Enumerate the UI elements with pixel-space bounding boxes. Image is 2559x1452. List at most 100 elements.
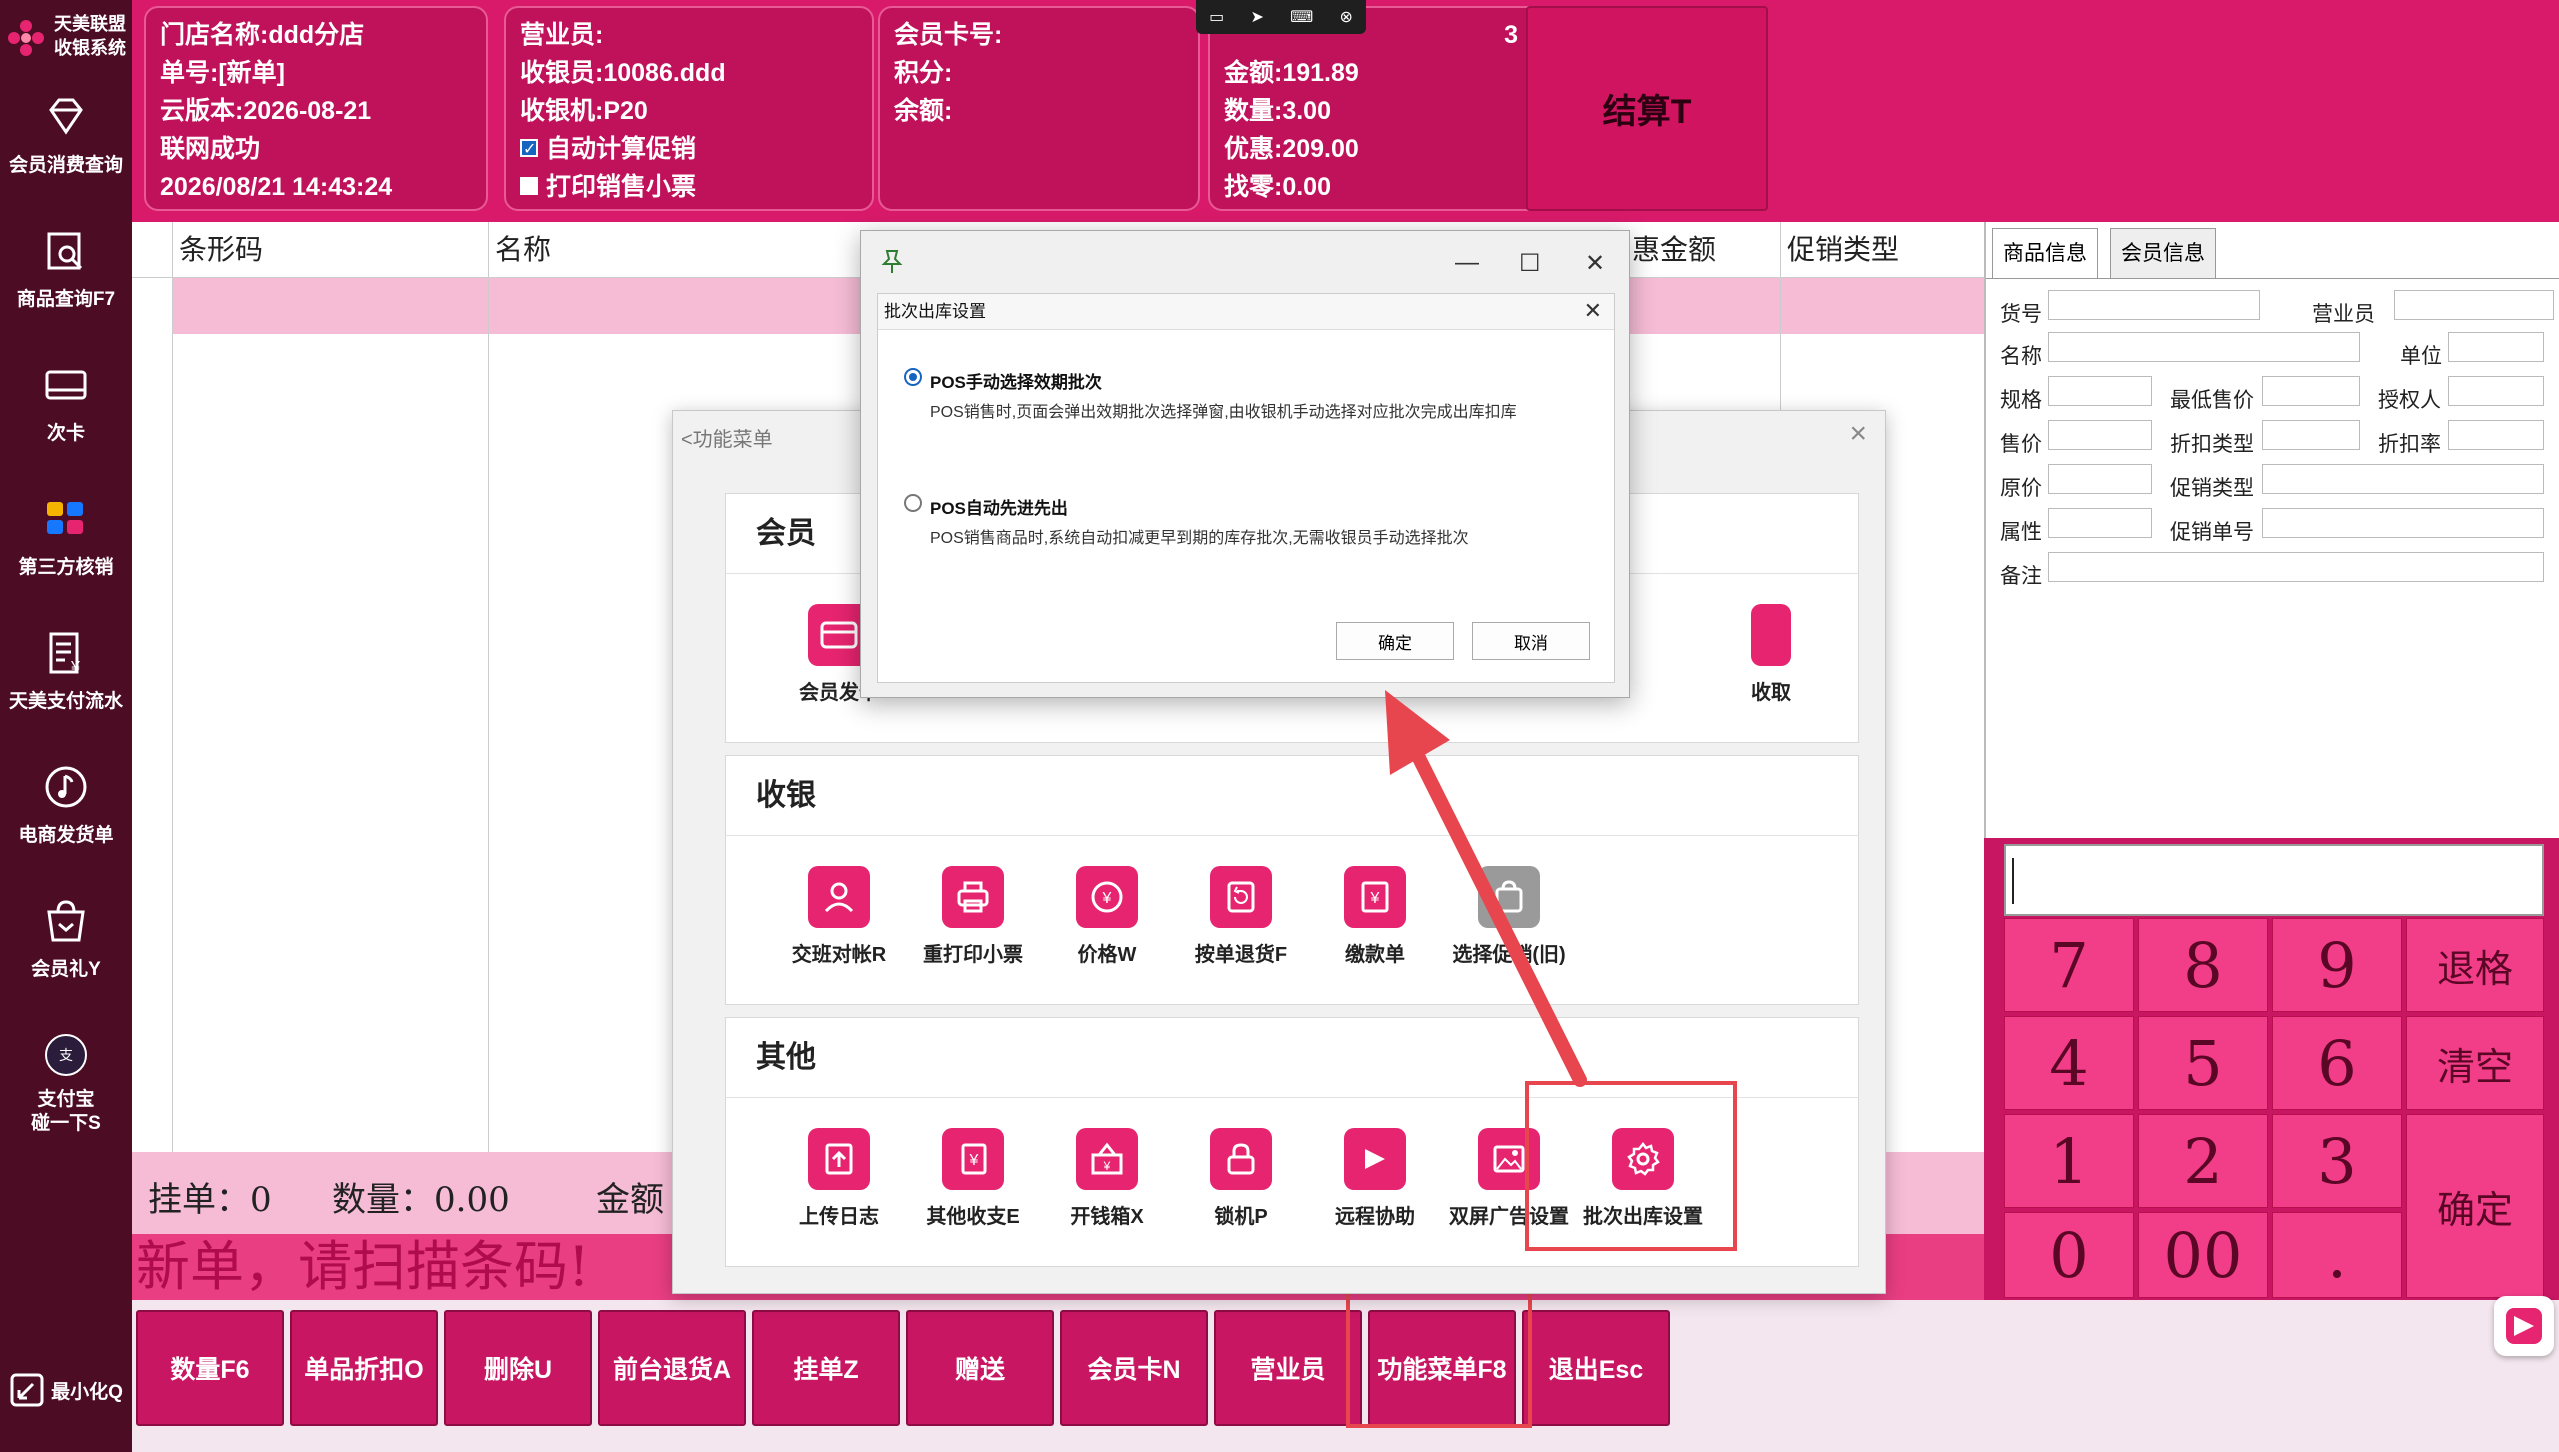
key-8[interactable]: 8 [2138,918,2268,1012]
lock-item[interactable]: 锁机P [1174,1128,1308,1229]
remark-field[interactable] [2048,552,2544,582]
return-button[interactable]: 前台退货A [598,1310,746,1426]
numeric-keypad: 7 8 9 退格 4 5 6 清空 1 2 3 确定 0 00 . [1984,838,2559,1300]
radio-auto-fifo[interactable] [904,494,922,512]
key-1[interactable]: 1 [2004,1114,2134,1208]
keyboard-icon[interactable]: ⌨ [1290,7,1313,27]
item-label: 锁机P [1214,1206,1268,1228]
auto-promo-checkbox[interactable]: 自动计算促销 [520,130,858,169]
member-card-button[interactable]: 会员卡N [1060,1310,1208,1426]
print-receipt-checkbox[interactable]: 打印销售小票 [520,168,858,206]
sidebar-item-third-party[interactable]: 第三方核销 [0,494,132,614]
tab-member-info[interactable]: 会员信息 [2110,228,2216,278]
sidebar-item-member-gift[interactable]: 会员礼Y [0,896,132,1016]
close-circle-icon[interactable]: ⊗ [1339,7,1352,27]
discount-type-field[interactable] [2262,420,2360,450]
spec-field[interactable] [2048,376,2152,406]
hold-button[interactable]: 挂单Z [752,1310,900,1426]
flag-icon [2506,1308,2542,1344]
minimize-button[interactable]: 最小化Q [0,1360,132,1420]
key-5[interactable]: 5 [2138,1016,2268,1110]
clerk-field[interactable] [2394,290,2554,320]
qty-button[interactable]: 数量F6 [136,1310,284,1426]
close-icon[interactable]: × [1849,417,1867,451]
store-info-box: 门店名称:ddd分店 单号:[新单] 云版本:2026-08-21 联网成功 2… [144,6,488,211]
label-discount-rate: 折扣率 [2378,433,2441,456]
item-label: 价格W [1077,944,1137,966]
tab-divider [1986,278,2559,279]
name-field[interactable] [2048,332,2360,362]
key-4[interactable]: 4 [2004,1016,2134,1110]
floating-assist-button[interactable] [2494,1296,2554,1356]
key-2[interactable]: 2 [2138,1114,2268,1208]
settle-button[interactable]: 结算T [1526,6,1768,211]
ok-button[interactable]: 确定 [1336,622,1454,660]
receipt-icon: ¥ [49,632,80,676]
order-return-item[interactable]: 按单退货F [1174,866,1308,967]
keypad-input[interactable] [2004,844,2544,916]
checkbox-checked[interactable] [520,131,538,169]
screen-icon[interactable]: ▭ [1209,7,1224,27]
item-label: 重打印小票 [923,944,1023,966]
minimize-icon[interactable]: — [1455,249,1479,277]
other-income-item[interactable]: ¥ 其他收支E [906,1128,1040,1229]
key-00[interactable]: 00 [2138,1212,2268,1298]
attribute-field[interactable] [2048,508,2152,538]
key-7[interactable]: 7 [2004,918,2134,1012]
sidebar-item-label: 天美支付流水 [8,691,123,712]
price-field[interactable] [2048,420,2152,450]
sidebar-item-pay-flow[interactable]: ¥ 天美支付流水 [0,628,132,748]
dialog-title: 批次出库设置 [878,294,1614,330]
pointer-icon[interactable]: ➤ [1250,7,1263,27]
bottom-toolbar: 数量F6 单品折扣O 删除U 前台退货A 挂单Z 赠送 会员卡N 营业员 功能菜… [132,1288,2559,1452]
product-info-panel: 商品信息 会员信息 货号 营业员 名称 单位 规格 最低售价 授权人 售价 折扣… [1984,222,2559,838]
gift-button[interactable]: 赠送 [906,1310,1054,1426]
sidebar-item-alipay-tap[interactable]: 支 支付宝碰一下S [0,1030,132,1180]
collect-item[interactable]: 收取 [1726,604,1816,705]
checkbox-unchecked[interactable] [520,177,538,196]
maximize-icon[interactable]: ☐ [1519,249,1541,278]
key-9[interactable]: 9 [2272,918,2402,1012]
upload-log-item[interactable]: 上传日志 [772,1128,906,1229]
clerk-button[interactable]: 营业员 [1214,1310,1362,1426]
unit-field[interactable] [2448,332,2544,362]
key-confirm[interactable]: 确定 [2406,1114,2544,1298]
cash-drawer-icon: ¥ [1076,1128,1138,1190]
dialog-close-icon[interactable]: ✕ [1584,298,1602,324]
key-0[interactable]: 0 [2004,1212,2134,1298]
discount-rate-field[interactable] [2448,420,2544,450]
reprint-item[interactable]: 重打印小票 [906,866,1040,967]
orig-price-field[interactable] [2048,464,2152,494]
sidebar-item-times-card[interactable]: 次卡 [0,360,132,480]
cancel-button[interactable]: 取消 [1472,622,1590,660]
col-promo-type: 促销类型 [1780,222,1984,278]
pin-icon[interactable] [881,249,903,275]
exit-button[interactable]: 退出Esc [1522,1310,1670,1426]
remote-assist-item[interactable]: 远程协助 [1308,1128,1442,1229]
sidebar-item-label: 次卡 [46,423,85,444]
key-backspace[interactable]: 退格 [2406,918,2544,1012]
key-6[interactable]: 6 [2272,1016,2402,1110]
key-clear[interactable]: 清空 [2406,1016,2544,1110]
key-dot[interactable]: . [2272,1212,2402,1298]
sidebar-item-ecommerce[interactable]: 电商发货单 [0,762,132,882]
min-price-field[interactable] [2262,376,2360,406]
item-no-field[interactable] [2048,290,2260,320]
delete-button[interactable]: 删除U [444,1310,592,1426]
key-3[interactable]: 3 [2272,1114,2402,1208]
window-close-icon[interactable]: ✕ [1585,249,1605,278]
authorizer-field[interactable] [2448,376,2544,406]
shift-reconcile-item[interactable]: 交班对帐R [772,866,906,967]
remote-flag-icon [1344,1128,1406,1190]
tab-product-info[interactable]: 商品信息 [1992,228,2098,278]
radio-manual-batch[interactable] [904,368,922,386]
sidebar-item-product-query[interactable]: 商品查询F7 [0,226,132,346]
price-item[interactable]: ¥ 价格W [1040,866,1174,967]
promo-type-field[interactable] [2262,464,2544,494]
open-drawer-item[interactable]: ¥ 开钱箱X [1040,1128,1174,1229]
price-edit-icon: ¥ [1076,866,1138,928]
return-doc-icon [1210,866,1272,928]
sidebar-item-member-query[interactable]: 会员消费查询 [0,92,132,212]
promo-no-field[interactable] [2262,508,2544,538]
item-discount-button[interactable]: 单品折扣O [290,1310,438,1426]
